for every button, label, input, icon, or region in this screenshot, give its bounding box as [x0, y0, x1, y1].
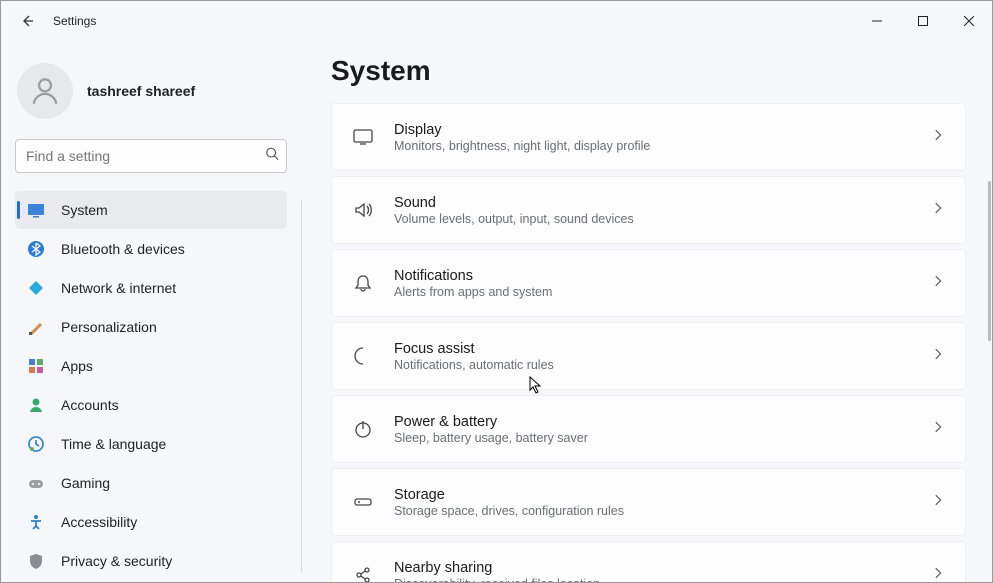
card-subtitle: Monitors, brightness, night light, displ…: [394, 139, 931, 153]
chevron-right-icon: [931, 344, 947, 369]
network-icon: [27, 279, 45, 297]
display-icon: [350, 124, 376, 150]
sidebar-item-accessibility[interactable]: Accessibility: [15, 503, 287, 541]
settings-card-share[interactable]: Nearby sharingDiscoverability, received …: [331, 541, 966, 582]
sidebar-item-gaming[interactable]: Gaming: [15, 464, 287, 502]
card-body: Power & batterySleep, battery usage, bat…: [394, 414, 931, 445]
personalization-icon: [27, 318, 45, 336]
sidebar-item-label: Gaming: [61, 475, 110, 491]
settings-card-power[interactable]: Power & batterySleep, battery usage, bat…: [331, 395, 966, 463]
search-input[interactable]: [15, 139, 287, 173]
apps-icon: [27, 357, 45, 375]
sidebar-item-time[interactable]: Time & language: [15, 425, 287, 463]
search-box: [15, 139, 287, 173]
avatar: [17, 63, 73, 119]
close-icon: [964, 16, 974, 26]
maximize-button[interactable]: [900, 1, 946, 41]
system-icon: [27, 201, 45, 219]
scrollbar[interactable]: [988, 181, 991, 341]
card-body: Focus assistNotifications, automatic rul…: [394, 341, 931, 372]
window-title: Settings: [53, 14, 96, 28]
sidebar-item-accounts[interactable]: Accounts: [15, 386, 287, 424]
user-profile[interactable]: tashreef shareef: [17, 63, 285, 119]
power-icon: [350, 416, 376, 442]
bluetooth-icon: [27, 240, 45, 258]
card-title: Notifications: [394, 268, 931, 284]
chevron-right-icon: [931, 417, 947, 442]
minimize-icon: [872, 16, 882, 26]
card-subtitle: Storage space, drives, configuration rul…: [394, 504, 931, 518]
sidebar-item-label: Privacy & security: [61, 553, 172, 569]
settings-card-notifications[interactable]: NotificationsAlerts from apps and system: [331, 249, 966, 317]
page-title: System: [331, 55, 966, 87]
sidebar-item-privacy[interactable]: Privacy & security: [15, 542, 287, 580]
search-icon: [265, 147, 279, 166]
card-body: DisplayMonitors, brightness, night light…: [394, 122, 931, 153]
card-title: Nearby sharing: [394, 560, 931, 576]
chevron-right-icon: [931, 271, 947, 296]
settings-card-sound[interactable]: SoundVolume levels, output, input, sound…: [331, 176, 966, 244]
back-button[interactable]: [9, 3, 45, 39]
sidebar-item-bluetooth[interactable]: Bluetooth & devices: [15, 230, 287, 268]
sidebar-item-label: Accessibility: [61, 514, 137, 530]
privacy-icon: [27, 552, 45, 570]
sound-icon: [350, 197, 376, 223]
gaming-icon: [27, 474, 45, 492]
window-controls: [854, 1, 992, 41]
arrow-left-icon: [19, 13, 35, 29]
maximize-icon: [918, 16, 928, 26]
card-subtitle: Alerts from apps and system: [394, 285, 931, 299]
card-subtitle: Sleep, battery usage, battery saver: [394, 431, 931, 445]
sidebar-item-label: Bluetooth & devices: [61, 241, 185, 257]
settings-card-list: DisplayMonitors, brightness, night light…: [331, 103, 966, 582]
card-subtitle: Discoverability, received files location: [394, 577, 931, 583]
sidebar-item-label: Network & internet: [61, 280, 176, 296]
share-icon: [350, 562, 376, 582]
settings-card-display[interactable]: DisplayMonitors, brightness, night light…: [331, 103, 966, 171]
main-pane: System DisplayMonitors, brightness, nigh…: [301, 41, 992, 582]
sidebar-item-system[interactable]: System: [15, 191, 287, 229]
sidebar-item-apps[interactable]: Apps: [15, 347, 287, 385]
card-body: NotificationsAlerts from apps and system: [394, 268, 931, 299]
card-title: Power & battery: [394, 414, 931, 430]
sidebar-item-label: Apps: [61, 358, 93, 374]
card-subtitle: Volume levels, output, input, sound devi…: [394, 212, 931, 226]
nav-list: System Bluetooth & devices Network & inter…: [15, 191, 287, 580]
card-body: SoundVolume levels, output, input, sound…: [394, 195, 931, 226]
sidebar-item-personalization[interactable]: Personalization: [15, 308, 287, 346]
user-name: tashreef shareef: [87, 83, 195, 99]
sidebar-item-label: Personalization: [61, 319, 157, 335]
storage-icon: [350, 489, 376, 515]
time-icon: [27, 435, 45, 453]
card-title: Focus assist: [394, 341, 931, 357]
card-title: Sound: [394, 195, 931, 211]
settings-card-storage[interactable]: StorageStorage space, drives, configurat…: [331, 468, 966, 536]
focus-icon: [350, 343, 376, 369]
accessibility-icon: [27, 513, 45, 531]
close-button[interactable]: [946, 1, 992, 41]
accounts-icon: [27, 396, 45, 414]
sidebar-item-label: Accounts: [61, 397, 119, 413]
minimize-button[interactable]: [854, 1, 900, 41]
chevron-right-icon: [931, 563, 947, 583]
card-subtitle: Notifications, automatic rules: [394, 358, 931, 372]
card-body: Nearby sharingDiscoverability, received …: [394, 560, 931, 583]
chevron-right-icon: [931, 198, 947, 223]
sidebar-item-network[interactable]: Network & internet: [15, 269, 287, 307]
card-title: Display: [394, 122, 931, 138]
chevron-right-icon: [931, 125, 947, 150]
card-body: StorageStorage space, drives, configurat…: [394, 487, 931, 518]
person-icon: [28, 74, 62, 108]
sidebar: tashreef shareef System Bluetooth & devic…: [1, 41, 301, 582]
sidebar-item-label: Time & language: [61, 436, 166, 452]
notifications-icon: [350, 270, 376, 296]
titlebar: Settings: [1, 1, 992, 41]
sidebar-item-label: System: [61, 202, 108, 218]
settings-card-focus[interactable]: Focus assistNotifications, automatic rul…: [331, 322, 966, 390]
card-title: Storage: [394, 487, 931, 503]
chevron-right-icon: [931, 490, 947, 515]
